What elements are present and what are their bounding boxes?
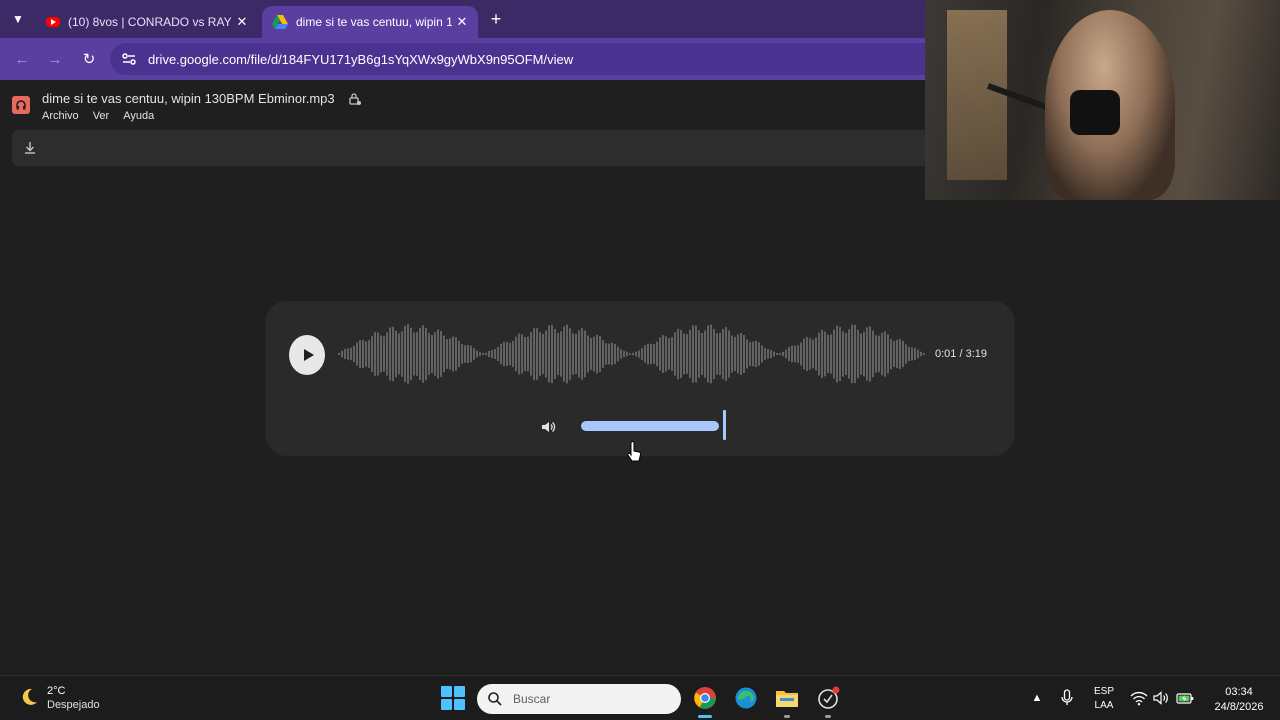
- tab-search-chevron-icon[interactable]: ▼: [8, 9, 28, 29]
- playback-time: 0:01 / 3:19: [935, 348, 987, 360]
- language-indicator[interactable]: ESP LAA: [1093, 685, 1115, 713]
- taskbar-edge[interactable]: [733, 685, 759, 711]
- battery-charging-icon[interactable]: [1176, 690, 1194, 706]
- url-text[interactable]: drive.google.com/file/d/184FYU171yB6g1sY…: [148, 52, 573, 67]
- tab-title: dime si te vas centuu, wipin 130: [296, 15, 452, 29]
- folder-icon: [776, 691, 798, 707]
- play-button[interactable]: [289, 335, 325, 375]
- wifi-icon[interactable]: [1130, 690, 1148, 706]
- volume-slider-handle[interactable]: [723, 410, 726, 440]
- audio-player: 0:01 / 3:19: [265, 301, 1015, 456]
- menu-ver[interactable]: Ver: [93, 110, 110, 122]
- app-notification-icon: [818, 686, 840, 709]
- menu-ayuda[interactable]: Ayuda: [123, 110, 154, 122]
- moon-weather-icon[interactable]: [18, 686, 40, 708]
- keyboard-layout: LAA: [1094, 700, 1114, 711]
- download-icon[interactable]: [22, 140, 38, 156]
- restricted-lock-icon: [349, 93, 361, 105]
- taskbar-search[interactable]: Buscar: [477, 684, 681, 714]
- language-code: ESP: [1093, 686, 1114, 697]
- tab-title: (10) 8vos | CONRADO vs RAYKO: [68, 15, 232, 29]
- mouse-hand-cursor: [627, 441, 642, 462]
- weather-temperature[interactable]: 2°C: [47, 685, 65, 697]
- windows-taskbar: 2°C Despejado Buscar ▲ ESP LAA 03:34 24/…: [0, 675, 1280, 720]
- volume-icon[interactable]: [540, 419, 556, 435]
- search-placeholder: Buscar: [513, 692, 551, 706]
- microphone-icon[interactable]: [1060, 689, 1074, 707]
- site-info-icon[interactable]: [120, 50, 138, 68]
- drive-viewer-header: dime si te vas centuu, wipin 130BPM Ebmi…: [0, 80, 925, 130]
- weather-description[interactable]: Despejado: [47, 699, 100, 711]
- clock-date: 24/8/2026: [1214, 701, 1264, 713]
- edge-icon: [735, 687, 757, 709]
- tab-drive[interactable]: dime si te vas centuu, wipin 130 ✕: [262, 6, 478, 38]
- reload-icon[interactable]: ↻: [79, 49, 99, 69]
- volume-slider-track[interactable]: [581, 421, 719, 431]
- new-tab-plus-icon[interactable]: +: [486, 9, 506, 29]
- taskbar-chrome[interactable]: [692, 685, 718, 718]
- audio-file-icon: [12, 96, 30, 114]
- clock-time: 03:34: [1225, 686, 1253, 698]
- start-windows-icon[interactable]: [441, 686, 465, 710]
- tab-youtube[interactable]: (10) 8vos | CONRADO vs RAYKO ✕: [36, 6, 258, 38]
- google-drive-icon: [272, 15, 288, 29]
- close-icon[interactable]: ✕: [232, 12, 252, 32]
- youtube-icon: [46, 17, 60, 27]
- audio-waveform-seekbar[interactable]: [337, 323, 925, 385]
- address-bar[interactable]: drive.google.com/file/d/184FYU171yB6g1sY…: [110, 43, 930, 75]
- back-arrow-icon[interactable]: ←: [12, 49, 32, 69]
- running-app-indicator: [825, 715, 831, 718]
- browser-toolbar: ← → ↻ drive.google.com/file/d/184FYU171y…: [0, 38, 930, 80]
- chevron-up-icon[interactable]: ▲: [1030, 691, 1044, 705]
- speaker-icon[interactable]: [1152, 690, 1170, 706]
- search-icon: [488, 692, 502, 706]
- taskbar-file-explorer[interactable]: [774, 685, 800, 718]
- menu-archivo[interactable]: Archivo: [42, 110, 79, 122]
- file-menu-bar: Archivo Ver Ayuda: [42, 110, 154, 122]
- system-clock[interactable]: 03:34 24/8/2026: [1208, 685, 1270, 715]
- close-icon[interactable]: ✕: [452, 12, 472, 32]
- running-app-indicator: [784, 715, 790, 718]
- taskbar-app[interactable]: [815, 685, 841, 718]
- chrome-icon: [694, 687, 716, 709]
- forward-arrow-icon[interactable]: →: [45, 49, 65, 69]
- webcam-microphone: [1070, 90, 1120, 135]
- action-bar: [12, 130, 925, 166]
- webcam-overlay: [925, 0, 1280, 200]
- tab-strip: ▼ (10) 8vos | CONRADO vs RAYKO ✕ dime si…: [0, 0, 925, 38]
- file-title: dime si te vas centuu, wipin 130BPM Ebmi…: [42, 91, 335, 106]
- active-app-indicator: [698, 715, 712, 718]
- webcam-background: [947, 10, 1007, 180]
